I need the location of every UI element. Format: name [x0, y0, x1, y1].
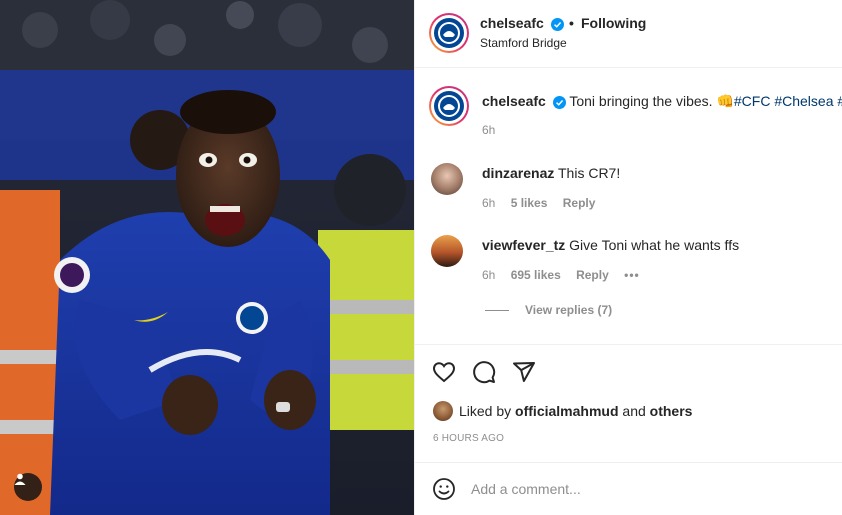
- comment-likes[interactable]: 5 likes: [511, 196, 548, 210]
- commenter-avatar[interactable]: [431, 163, 463, 195]
- caption-row: chelseafc Toni bringing the vibes. 👊#CFC…: [415, 86, 842, 146]
- liked-by-prefix: Liked by: [459, 403, 512, 419]
- caption-text: Toni bringing the vibes. 👊: [569, 93, 734, 109]
- like-button[interactable]: [431, 359, 457, 385]
- share-button[interactable]: [511, 359, 537, 385]
- caption-avatar[interactable]: [429, 86, 469, 126]
- post-sidebar: chelseafc • Following Stamford Bridge ch…: [414, 0, 842, 515]
- post-photo-illustration: [0, 0, 414, 515]
- comment-meta: 6h 695 likes Reply •••: [482, 268, 652, 282]
- comments-list[interactable]: chelseafc Toni bringing the vibes. 👊#CFC…: [415, 68, 842, 344]
- liked-by-conj: and: [622, 403, 646, 419]
- person-icon: [14, 473, 26, 485]
- liked-by: Liked by officialmahmud and others: [433, 401, 692, 421]
- location-link[interactable]: Stamford Bridge: [480, 36, 567, 50]
- comment-text-line: viewfever_tz Give Toni what he wants ffs: [482, 237, 739, 253]
- header-username[interactable]: chelseafc: [480, 15, 564, 31]
- following-button[interactable]: Following: [581, 15, 646, 31]
- comment-text: Give Toni what he wants ffs: [569, 237, 740, 253]
- comment-button[interactable]: [471, 359, 497, 385]
- comment-bubble-icon: [473, 361, 496, 384]
- comment-username[interactable]: dinzarenaz: [482, 165, 554, 181]
- post-timestamp[interactable]: 6 HOURS AGO: [433, 433, 504, 444]
- post-header: chelseafc • Following Stamford Bridge: [415, 0, 842, 68]
- add-comment-bar: [415, 462, 842, 515]
- verified-badge-icon: [552, 95, 566, 109]
- paper-plane-icon: [513, 362, 535, 382]
- comment-likes[interactable]: 695 likes: [511, 268, 561, 282]
- reply-button[interactable]: Reply: [576, 268, 609, 282]
- chelsea-crest-icon: [434, 18, 464, 48]
- liker-avatar[interactable]: [433, 401, 453, 421]
- caption-hashtags[interactable]: #CFC #Chelsea #: [734, 93, 842, 109]
- heart-icon: [432, 362, 456, 383]
- view-replies-button[interactable]: View replies (7): [485, 303, 612, 317]
- comment-row: viewfever_tz Give Toni what he wants ffs…: [415, 234, 842, 290]
- post-image[interactable]: [0, 0, 414, 515]
- comment-row: dinzarenaz This CR7! 6h 5 likes Reply: [415, 162, 842, 218]
- emoji-button[interactable]: [431, 476, 457, 502]
- caption-username[interactable]: chelseafc: [482, 93, 546, 109]
- verified-badge-icon: [550, 17, 564, 31]
- tagged-users-button[interactable]: [14, 473, 42, 501]
- comment-username[interactable]: viewfever_tz: [482, 237, 565, 253]
- caption-meta: 6h: [482, 123, 507, 137]
- replies-divider: [485, 309, 509, 311]
- comment-text-line: dinzarenaz This CR7!: [482, 165, 620, 181]
- caption-time: 6h: [482, 123, 496, 137]
- header-separator: •: [569, 15, 574, 31]
- comment-input[interactable]: [471, 477, 811, 501]
- reply-button[interactable]: Reply: [563, 196, 596, 210]
- header-username-text[interactable]: chelseafc: [480, 15, 544, 31]
- comment-time: 6h: [482, 196, 496, 210]
- chelsea-crest-icon: [434, 91, 464, 121]
- comment-text: This CR7!: [558, 165, 621, 181]
- comment-time: 6h: [482, 268, 496, 282]
- comment-meta: 6h 5 likes Reply: [482, 196, 607, 210]
- liker-username[interactable]: officialmahmud: [515, 403, 618, 419]
- account-avatar[interactable]: [429, 13, 469, 53]
- smiley-icon: [433, 478, 455, 500]
- commenter-avatar[interactable]: [431, 235, 463, 267]
- caption-text-line: chelseafc Toni bringing the vibes. 👊#CFC…: [482, 93, 842, 110]
- liked-by-others[interactable]: others: [650, 403, 693, 419]
- more-options-icon[interactable]: •••: [624, 268, 640, 282]
- view-replies-label[interactable]: View replies (7): [525, 303, 612, 317]
- post-actions: Liked by officialmahmud and others 6 HOU…: [415, 344, 842, 462]
